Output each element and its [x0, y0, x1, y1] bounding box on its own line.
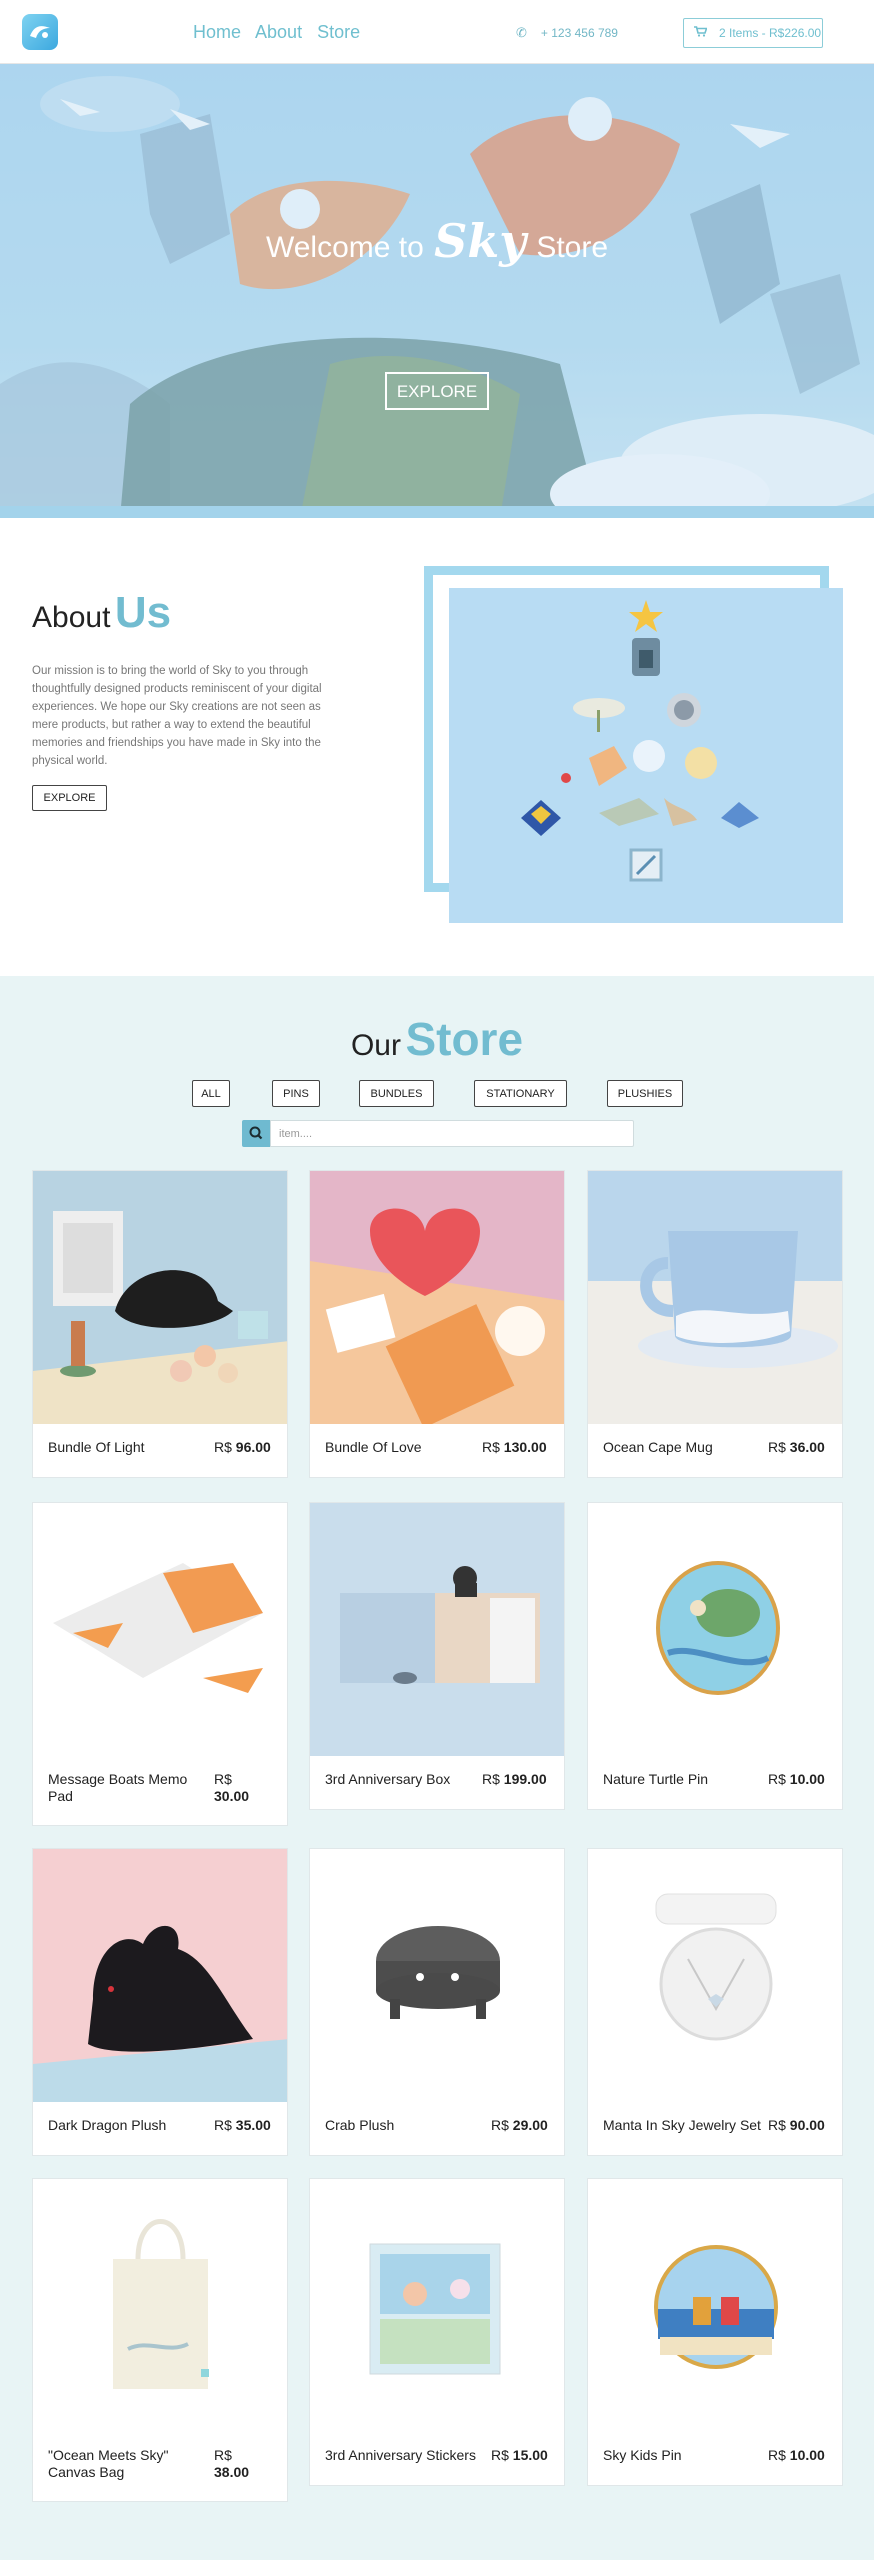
- product-price: R$ 35.00: [214, 2117, 271, 2133]
- product-image[interactable]: [588, 1503, 842, 1756]
- product-name: Message Boats Memo Pad: [48, 1771, 188, 1804]
- filter-stationary-button[interactable]: STATIONARY: [474, 1080, 567, 1107]
- cart-summary: 2 Items - R$226.00: [719, 26, 822, 40]
- about-heading-us: Us: [114, 588, 172, 637]
- pin-tree-illustration: [521, 600, 759, 882]
- store-section: Our Store ALL PINS BUNDLES STATIONARY PL…: [0, 976, 874, 2560]
- hero-banner: Welcome to Sky Store EXPLORE: [0, 64, 874, 518]
- product-image[interactable]: [588, 2179, 842, 2432]
- product-card-ocean-meets-sky-canvas-bag[interactable]: "Ocean Meets Sky" Canvas Bag R$ 38.00: [32, 2178, 288, 2502]
- product-card-crab-plush[interactable]: Crab Plush R$ 29.00: [309, 1848, 565, 2156]
- product-card-ocean-cape-mug[interactable]: Ocean Cape Mug R$ 36.00: [587, 1170, 843, 1478]
- nav-links: Home About Store: [193, 22, 370, 43]
- filter-plushies-button[interactable]: PLUSHIES: [607, 1080, 683, 1107]
- product-price: R$ 199.00: [482, 1771, 547, 1787]
- product-image[interactable]: [310, 1171, 564, 1424]
- product-price: R$ 36.00: [768, 1439, 825, 1455]
- nav-link-home[interactable]: Home: [193, 22, 241, 42]
- nav-link-about[interactable]: About: [255, 22, 302, 42]
- search-icon[interactable]: [242, 1120, 270, 1147]
- product-name: Nature Turtle Pin: [603, 1771, 709, 1787]
- product-card-manta-in-sky-jewelry-set[interactable]: Manta In Sky Jewelry Set R$ 90.00: [587, 1848, 843, 2156]
- product-image[interactable]: [310, 1849, 564, 2102]
- sky-logo-icon[interactable]: [22, 14, 58, 50]
- product-card-bundle-of-love[interactable]: Bundle Of Love R$ 130.00: [309, 1170, 565, 1478]
- product-name: 3rd Anniversary Box: [325, 1771, 451, 1787]
- product-name: Crab Plush: [325, 2117, 395, 2133]
- product-image[interactable]: [33, 1503, 287, 1756]
- product-name: Dark Dragon Plush: [48, 2117, 167, 2133]
- product-price: R$ 130.00: [482, 1439, 547, 1455]
- cart-button[interactable]: 2 Items - R$226.00: [683, 18, 823, 48]
- about-section: About Us Our mission is to bring the wor…: [0, 518, 874, 976]
- filter-pins-button[interactable]: PINS: [272, 1080, 320, 1107]
- product-price: R$ 29.00: [491, 2117, 548, 2133]
- product-image[interactable]: [33, 2179, 287, 2432]
- top-navbar: Home About Store ✆ + 123 456 789 2 Items …: [0, 0, 874, 64]
- hero-explore-button[interactable]: EXPLORE: [385, 372, 489, 410]
- product-name: Manta In Sky Jewelry Set: [603, 2117, 761, 2133]
- product-card-sky-kids-pin[interactable]: Sky Kids Pin R$ 10.00: [587, 2178, 843, 2486]
- product-card-3rd-anniversary-box[interactable]: 3rd Anniversary Box R$ 199.00: [309, 1502, 565, 1810]
- product-card-dark-dragon-plush[interactable]: Dark Dragon Plush R$ 35.00: [32, 1848, 288, 2156]
- product-image[interactable]: [310, 1503, 564, 1756]
- product-name: 3rd Anniversary Stickers: [325, 2447, 476, 2463]
- search-input[interactable]: [270, 1120, 634, 1147]
- store-heading: Our Store: [0, 1012, 874, 1066]
- product-price: R$ 90.00: [768, 2117, 825, 2133]
- store-heading-our: Our: [350, 1029, 401, 1062]
- store-heading-store: Store: [405, 1013, 524, 1065]
- hero-store-text: Store: [536, 231, 609, 264]
- about-pins-image: [449, 588, 843, 923]
- filter-all-button[interactable]: ALL: [192, 1080, 230, 1107]
- phone-icon: ✆: [516, 25, 527, 40]
- product-name: Sky Kids Pin: [603, 2447, 682, 2463]
- product-card-bundle-of-light[interactable]: Bundle Of Light R$ 96.00: [32, 1170, 288, 1478]
- about-heading-about: About: [32, 601, 111, 634]
- product-price: R$ 10.00: [768, 1771, 825, 1787]
- product-name: Bundle Of Light: [48, 1439, 145, 1455]
- product-name: Bundle Of Love: [325, 1439, 422, 1455]
- product-price: R$ 38.00: [214, 2447, 250, 2480]
- product-image[interactable]: [588, 1171, 842, 1424]
- hero-sky-wordmark: Sky: [434, 214, 526, 268]
- product-image[interactable]: [310, 2179, 564, 2432]
- product-price: R$ 96.00: [214, 1439, 271, 1455]
- filter-bundles-button[interactable]: BUNDLES: [359, 1080, 434, 1107]
- product-name: "Ocean Meets Sky" Canvas Bag: [48, 2447, 169, 2480]
- product-card-3rd-anniversary-stickers[interactable]: 3rd Anniversary Stickers R$ 15.00: [309, 2178, 565, 2486]
- product-image[interactable]: [33, 1171, 287, 1424]
- product-name: Ocean Cape Mug: [603, 1439, 713, 1455]
- about-explore-button[interactable]: EXPLORE: [32, 785, 107, 811]
- product-price: R$ 30.00: [214, 1771, 250, 1804]
- hero-overlay: [0, 64, 874, 518]
- phone-number: + 123 456 789: [540, 26, 618, 40]
- phone-contact[interactable]: ✆ + 123 456 789: [516, 25, 618, 41]
- product-image[interactable]: [33, 1849, 287, 2102]
- cart-icon: [694, 26, 708, 40]
- about-heading: About Us: [32, 588, 171, 638]
- product-card-message-boats-memo-pad[interactable]: Message Boats Memo Pad R$ 30.00: [32, 1502, 288, 1826]
- hero-welcome-text: Welcome to: [265, 231, 424, 264]
- product-price: R$ 10.00: [768, 2447, 825, 2463]
- product-image[interactable]: [588, 1849, 842, 2102]
- hero-bottom-bar: [0, 506, 874, 518]
- product-card-nature-turtle-pin[interactable]: Nature Turtle Pin R$ 10.00: [587, 1502, 843, 1810]
- nav-link-store[interactable]: Store: [317, 22, 360, 42]
- about-paragraph: Our mission is to bring the world of Sky…: [32, 665, 322, 767]
- hero-title: Welcome to Sky Store: [0, 214, 874, 268]
- product-price: R$ 15.00: [491, 2447, 548, 2463]
